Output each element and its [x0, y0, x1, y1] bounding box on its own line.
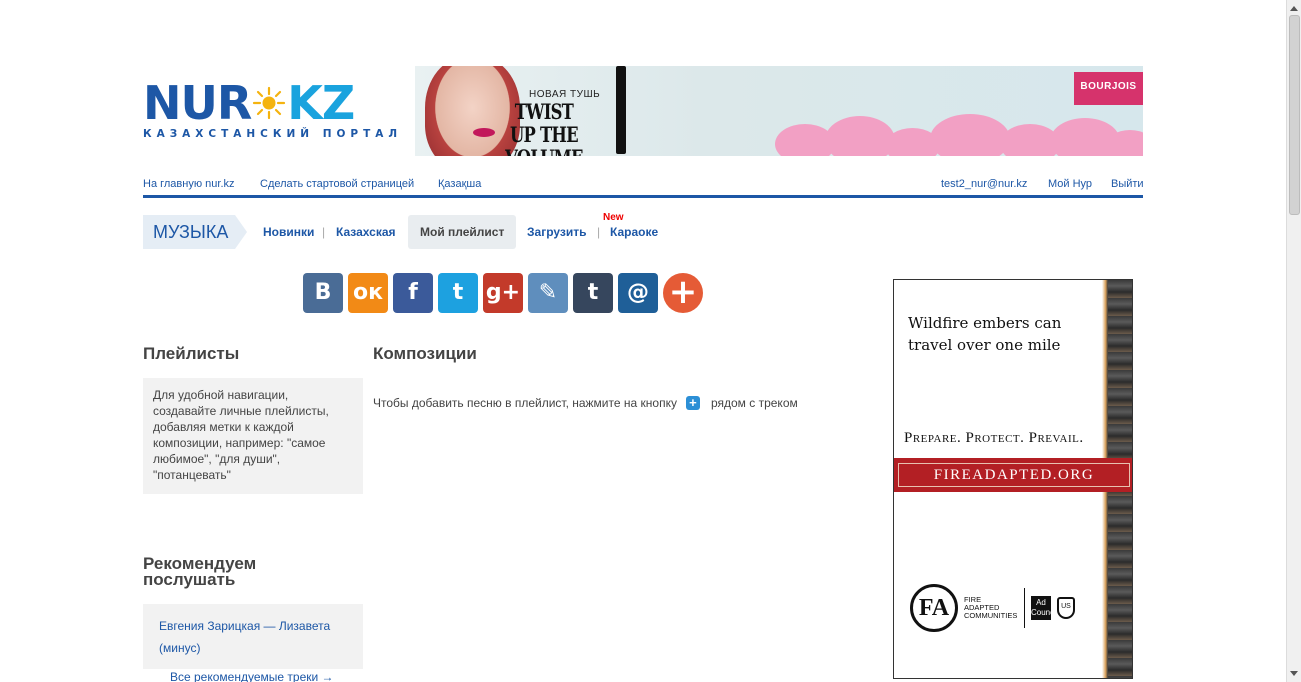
banner-decoration — [775, 114, 1143, 156]
mailru-icon[interactable]: @ — [618, 273, 658, 313]
tab-my-playlist[interactable]: Мой плейлист — [420, 225, 504, 239]
recommended-track-link[interactable]: Евгения Зарицкая — Лизавета (минус) — [159, 619, 330, 655]
scroll-thumb[interactable] — [1289, 15, 1300, 215]
tumblr-icon[interactable]: t — [573, 273, 613, 313]
ad-logos: FA FIRE ADAPTED COMMUNITIES Ad Council U… — [910, 584, 1075, 632]
logo-nur-text: NUR — [143, 76, 252, 130]
ad-council-icon: Ad Council — [1031, 596, 1058, 620]
add-to-playlist-hint: Чтобы добавить песню в плейлист, нажмите… — [373, 396, 798, 410]
sun-icon — [253, 86, 286, 120]
home-link[interactable]: На главную nur.kz — [143, 178, 235, 190]
tab-karaoke[interactable]: Караоке — [610, 225, 658, 239]
my-nur-link[interactable]: Мой Нур — [1048, 178, 1092, 190]
ad-url-text: FIREADAPTED.ORG — [898, 463, 1130, 487]
new-badge: New — [603, 212, 624, 223]
section-title[interactable]: МУЗЫКА — [143, 215, 247, 249]
playlists-heading: Плейлисты — [143, 344, 240, 363]
vk-icon[interactable]: В — [303, 273, 343, 313]
ad-slogan: Prepare. Protect. Prevail. — [904, 430, 1084, 446]
kazakh-language-link[interactable]: Қазақша — [438, 178, 481, 190]
google-plus-icon[interactable]: g+ — [483, 273, 523, 313]
more-plus-icon[interactable]: + — [663, 273, 703, 313]
livejournal-icon[interactable]: ✎ — [528, 273, 568, 313]
side-banner-ad[interactable]: Wildfire embers can travel over one mile… — [893, 279, 1133, 679]
hint-text-after: рядом с треком — [710, 396, 798, 410]
page-scrollbar[interactable] — [1286, 0, 1301, 682]
facebook-icon[interactable]: f — [393, 273, 433, 313]
banner-lips-shape — [473, 128, 495, 137]
banner-brand-logo: BOURJOIS — [1074, 72, 1143, 105]
ad-url-band: FIREADAPTED.ORG — [894, 458, 1132, 492]
user-email-link[interactable]: test2_nur@nur.kz — [941, 178, 1027, 190]
top-banner-ad[interactable]: НОВАЯ ТУШЬ TWIST UP THE VOLUME BOURJOIS — [415, 66, 1143, 156]
forest-service-shield-icon: US — [1057, 597, 1075, 619]
fire-adapted-logo-text: FIRE ADAPTED COMMUNITIES — [964, 595, 1018, 620]
share-buttons: В ок f t g+ ✎ t @ + — [303, 273, 703, 313]
nav-separator: | — [597, 225, 601, 239]
twitter-icon[interactable]: t — [438, 273, 478, 313]
scroll-up-icon[interactable] — [1290, 6, 1298, 11]
recommend-heading: Рекомендуем послушать — [143, 554, 257, 589]
scroll-down-icon[interactable] — [1290, 671, 1298, 676]
all-recommended-link[interactable]: Все рекомендуемые треки → — [170, 670, 334, 682]
add-plus-icon: + — [685, 396, 700, 410]
tab-upload[interactable]: Загрузить — [527, 225, 586, 239]
fire-adapted-logo-icon: FA — [910, 584, 958, 632]
tab-kazakh-music[interactable]: Казахская — [336, 225, 396, 239]
top-navigation-divider — [143, 195, 1143, 198]
top-navigation: На главную nur.kz Сделать стартовой стра… — [143, 178, 1144, 194]
nur-kz-logo[interactable]: NUR KZ КАЗАХСТАНСКИЙ ПОРТАЛ — [143, 76, 403, 145]
logo-tagline: КАЗАХСТАНСКИЙ ПОРТАЛ — [143, 128, 403, 140]
recommend-box: Евгения Зарицкая — Лизавета (минус) — [143, 604, 363, 669]
tab-new-releases[interactable]: Новинки — [263, 225, 314, 239]
logo-kz-text: KZ — [287, 76, 355, 130]
nav-separator: | — [322, 225, 326, 239]
odnoklassniki-icon[interactable]: ок — [348, 273, 388, 313]
logo-divider — [1024, 588, 1025, 628]
compositions-heading: Композиции — [373, 344, 477, 363]
hint-text-before: Чтобы добавить песню в плейлист, нажмите… — [373, 396, 677, 410]
logout-link[interactable]: Выйти — [1111, 178, 1144, 190]
banner-headline: TWIST UP THE VOLUME — [505, 99, 583, 156]
mascara-image — [616, 66, 626, 154]
set-start-page-link[interactable]: Сделать стартовой страницей — [260, 178, 414, 190]
playlists-info-text: Для удобной навигации, создавайте личные… — [143, 378, 363, 494]
ad-headline: Wildfire embers can travel over one mile — [908, 314, 1062, 354]
